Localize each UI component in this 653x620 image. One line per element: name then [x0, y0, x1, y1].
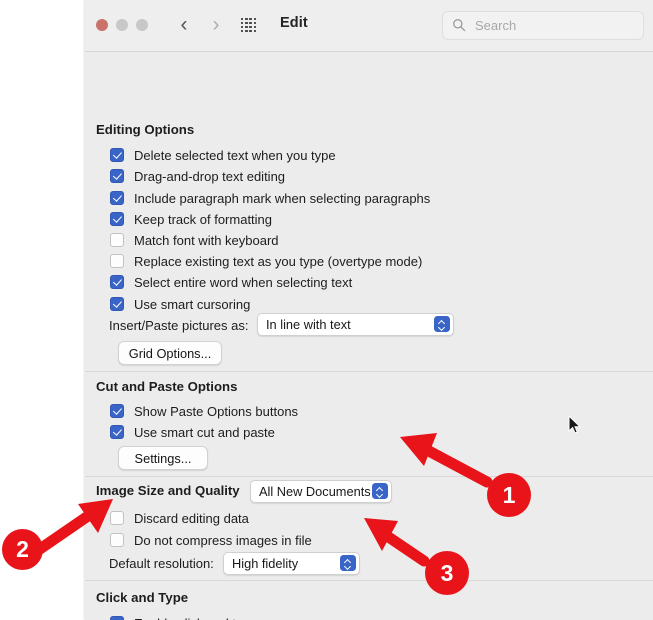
- checkbox-row-include-paragraph-mark[interactable]: Include paragraph mark when selecting pa…: [110, 189, 430, 207]
- checkbox-label: Show Paste Options buttons: [134, 403, 299, 419]
- checkbox-label: Discard editing data: [134, 510, 249, 526]
- page-title: Edit: [280, 15, 308, 31]
- checkbox-row-use-smart-cut-and-paste[interactable]: Use smart cut and paste: [110, 423, 275, 441]
- popup-value: In line with text: [266, 317, 351, 332]
- chevron-updown-icon: [434, 316, 450, 332]
- close-window-button[interactable]: [96, 19, 108, 31]
- checkbox-row-drag-and-drop-editing[interactable]: Drag-and-drop text editing: [110, 167, 285, 185]
- grid-options-button[interactable]: Grid Options...: [118, 341, 222, 365]
- search-input[interactable]: [473, 17, 632, 34]
- checkbox-delete-selected-text[interactable]: [110, 148, 124, 162]
- insert-paste-pictures-label: Insert/Paste pictures as:: [109, 318, 249, 333]
- search-field[interactable]: [442, 11, 644, 40]
- section-heading-cut-and-paste: Cut and Paste Options: [96, 379, 238, 394]
- section-heading-editing-options: Editing Options: [96, 122, 195, 137]
- minimize-window-button[interactable]: [116, 19, 128, 31]
- chevron-right-icon[interactable]: ›: [205, 12, 227, 38]
- default-resolution-label: Default resolution:: [109, 556, 214, 571]
- checkbox-label: Include paragraph mark when selecting pa…: [134, 190, 431, 206]
- section-heading-click-and-type: Click and Type: [96, 590, 189, 605]
- mouse-pointer-icon: [568, 415, 582, 434]
- checkbox-use-smart-cut-and-paste[interactable]: [110, 425, 124, 439]
- annotation-badge-1: 1: [487, 473, 531, 517]
- window-toolbar: ‹ › Edit: [85, 0, 653, 52]
- checkbox-include-paragraph-mark[interactable]: [110, 191, 124, 205]
- zoom-window-button[interactable]: [136, 19, 148, 31]
- checkbox-row-select-entire-word[interactable]: Select entire word when selecting text: [110, 273, 352, 291]
- checkbox-row-do-not-compress-images[interactable]: Do not compress images in file: [110, 531, 312, 549]
- checkbox-row-enable-click-and-type[interactable]: Enable click and type: [110, 614, 257, 620]
- default-resolution-popup[interactable]: High fidelity: [223, 552, 360, 575]
- checkbox-discard-editing-data[interactable]: [110, 511, 124, 525]
- checkbox-label: Use smart cursoring: [134, 296, 251, 312]
- checkbox-replace-existing-text[interactable]: [110, 254, 124, 268]
- checkbox-label: Drag-and-drop text editing: [134, 168, 286, 184]
- section-divider: [85, 476, 653, 477]
- checkbox-label: Select entire word when selecting text: [134, 274, 353, 290]
- chevron-updown-icon: [340, 555, 356, 571]
- checkbox-label: Use smart cut and paste: [134, 424, 275, 440]
- checkbox-label: Do not compress images in file: [134, 532, 312, 548]
- popup-value: All New Documents: [259, 484, 371, 499]
- annotation-badge-3: 3: [425, 551, 469, 595]
- settings-button[interactable]: Settings...: [118, 446, 208, 470]
- checkbox-label: Match font with keyboard: [134, 232, 279, 248]
- popup-value: High fidelity: [232, 556, 299, 571]
- preferences-window: ‹ › Edit Editing Options Delete selected…: [85, 0, 653, 620]
- checkbox-label: Delete selected text when you type: [134, 147, 336, 163]
- checkbox-row-discard-editing-data[interactable]: Discard editing data: [110, 509, 249, 527]
- checkbox-row-keep-track-of-formatting[interactable]: Keep track of formatting: [110, 210, 272, 228]
- checkbox-label: Keep track of formatting: [134, 211, 273, 227]
- checkbox-row-replace-existing-text[interactable]: Replace existing text as you type (overt…: [110, 252, 422, 270]
- checkbox-keep-track-of-formatting[interactable]: [110, 212, 124, 226]
- checkbox-drag-and-drop-editing[interactable]: [110, 169, 124, 183]
- section-divider: [85, 580, 653, 581]
- checkbox-do-not-compress-images-in-file[interactable]: [110, 533, 124, 547]
- insert-paste-pictures-popup[interactable]: In line with text: [257, 313, 454, 336]
- checkbox-match-font-with-keyboard[interactable]: [110, 233, 124, 247]
- section-divider: [85, 371, 653, 372]
- chevron-updown-icon: [372, 483, 388, 499]
- checkbox-enable-click-and-type[interactable]: [110, 616, 124, 620]
- image-size-scope-popup[interactable]: All New Documents: [250, 480, 392, 503]
- checkbox-row-show-paste-options[interactable]: Show Paste Options buttons: [110, 402, 298, 420]
- checkbox-row-use-smart-cursoring[interactable]: Use smart cursoring: [110, 295, 250, 313]
- search-icon: [453, 19, 466, 32]
- checkbox-select-entire-word[interactable]: [110, 275, 124, 289]
- checkbox-use-smart-cursoring[interactable]: [110, 297, 124, 311]
- checkbox-row-delete-selected-text[interactable]: Delete selected text when you type: [110, 146, 336, 164]
- section-heading-image-size-and-quality: Image Size and Quality: [96, 483, 240, 498]
- annotation-badge-2: 2: [2, 529, 43, 570]
- checkbox-label: Replace existing text as you type (overt…: [134, 253, 423, 269]
- checkbox-label: Enable click and type: [134, 616, 257, 620]
- chevron-left-icon[interactable]: ‹: [173, 12, 195, 38]
- grid-all-preferences-icon[interactable]: [241, 18, 258, 33]
- checkbox-show-paste-options-buttons[interactable]: [110, 404, 124, 418]
- checkbox-row-match-font-with-keyboard[interactable]: Match font with keyboard: [110, 231, 279, 249]
